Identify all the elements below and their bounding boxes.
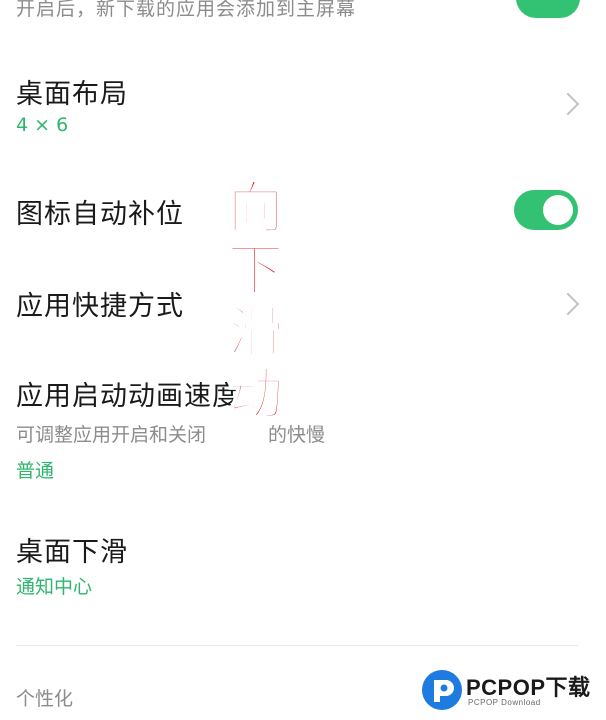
launch-animation-speed-title: 应用启动动画速度	[16, 381, 240, 412]
launch-animation-speed-row[interactable]: 应用启动动画速度 可调整应用开启和关闭 的快慢 普通	[0, 360, 606, 490]
launch-animation-speed-description: 可调整应用开启和关闭	[16, 424, 207, 446]
personalization-section-header: 个性化	[16, 688, 74, 710]
app-shortcuts-row[interactable]: 应用快捷方式	[0, 272, 606, 332]
chevron-right-icon	[556, 92, 580, 116]
swipe-down-annotation: 向下滑动	[217, 177, 284, 427]
chevron-right-icon	[556, 292, 580, 316]
add-to-home-description: 开启后，新下载的应用会添加到主屏幕	[16, 0, 357, 20]
settings-page: 开启后，新下载的应用会添加到主屏幕 桌面布局 4 × 6 图标自动补位 应用快捷…	[0, 0, 606, 720]
launch-animation-speed-value: 普通	[16, 460, 55, 482]
desktop-layout-value: 4 × 6	[16, 114, 69, 136]
pcpop-logo-icon	[422, 670, 462, 710]
desktop-swipe-down-row[interactable]: 桌面下滑 通知中心	[0, 518, 606, 608]
pcpop-watermark: PCPOP下载 PCPOP Download	[420, 668, 606, 716]
icon-auto-fill-title: 图标自动补位	[16, 199, 184, 230]
icon-auto-fill-row: 图标自动补位	[0, 180, 606, 240]
app-shortcuts-title: 应用快捷方式	[16, 291, 184, 322]
icon-auto-fill-toggle[interactable]	[514, 190, 578, 230]
desktop-swipe-down-title: 桌面下滑	[16, 537, 128, 568]
add-to-home-toggle[interactable]	[516, 0, 580, 18]
toggle-knob	[543, 195, 573, 225]
desktop-layout-row[interactable]: 桌面布局 4 × 6	[0, 60, 606, 150]
section-divider	[16, 645, 578, 646]
desktop-swipe-down-value: 通知中心	[16, 576, 93, 598]
desktop-layout-title: 桌面布局	[16, 79, 128, 110]
watermark-sub-text: PCPOP Download	[468, 698, 541, 707]
